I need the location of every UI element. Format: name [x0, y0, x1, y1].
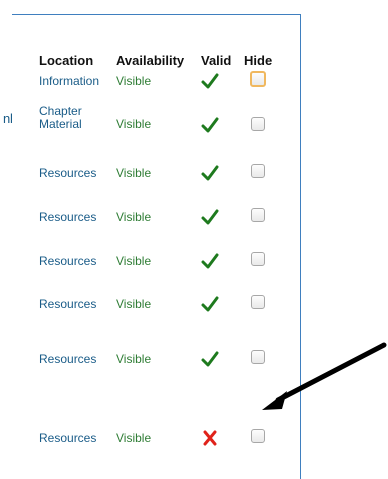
check-icon [201, 351, 219, 367]
check-icon [201, 253, 219, 269]
content-table-panel: Location Availability Valid Hide Informa… [12, 14, 301, 479]
table-row: Resources Visible [12, 429, 312, 466]
hide-checkbox[interactable] [251, 350, 265, 364]
hide-checkbox[interactable] [251, 252, 265, 266]
location-cell[interactable]: Resources [39, 211, 115, 224]
hide-checkbox[interactable] [251, 164, 265, 178]
location-cell[interactable]: Chapter Material [39, 105, 109, 131]
availability-cell: Visible [116, 254, 152, 268]
screenshot-page: Location Availability Valid Hide Informa… [0, 0, 388, 479]
check-icon [201, 165, 219, 181]
location-column-header: Location [39, 53, 94, 68]
table-row: Resources Visible [12, 295, 312, 332]
table-row: Resources Visible [12, 252, 312, 289]
hide-checkbox[interactable] [251, 295, 265, 309]
hide-checkbox[interactable] [251, 429, 265, 443]
cut-off-left-text: nl [3, 111, 13, 126]
location-cell[interactable]: Information [39, 75, 115, 88]
location-cell[interactable]: Resources [39, 255, 115, 268]
table-row: Resources Visible [12, 350, 312, 387]
check-icon [201, 296, 219, 312]
availability-cell: Visible [116, 352, 152, 366]
hide-checkbox[interactable] [250, 71, 266, 87]
availability-cell: Visible [116, 117, 152, 131]
table-row: Resources Visible [12, 208, 312, 245]
location-cell[interactable]: Resources [39, 167, 115, 180]
location-cell[interactable]: Resources [39, 353, 115, 366]
table-row: Resources Visible [12, 164, 312, 201]
availability-cell: Visible [116, 210, 152, 224]
availability-cell: Visible [116, 297, 152, 311]
check-icon [201, 117, 219, 133]
valid-column-header: Valid [201, 53, 232, 68]
hide-checkbox[interactable] [251, 208, 265, 222]
availability-cell: Visible [116, 166, 152, 180]
check-icon [201, 209, 219, 225]
location-cell[interactable]: Resources [39, 432, 115, 445]
availability-cell: Visible [116, 431, 152, 445]
hide-checkbox[interactable] [251, 117, 265, 131]
location-cell[interactable]: Resources [39, 298, 115, 311]
table-row: Chapter Material Visible [12, 105, 312, 145]
availability-cell: Visible [116, 74, 152, 88]
check-icon [201, 73, 219, 89]
availability-column-header: Availability [116, 53, 185, 68]
hide-column-header: Hide [244, 53, 273, 68]
x-icon [203, 430, 217, 446]
